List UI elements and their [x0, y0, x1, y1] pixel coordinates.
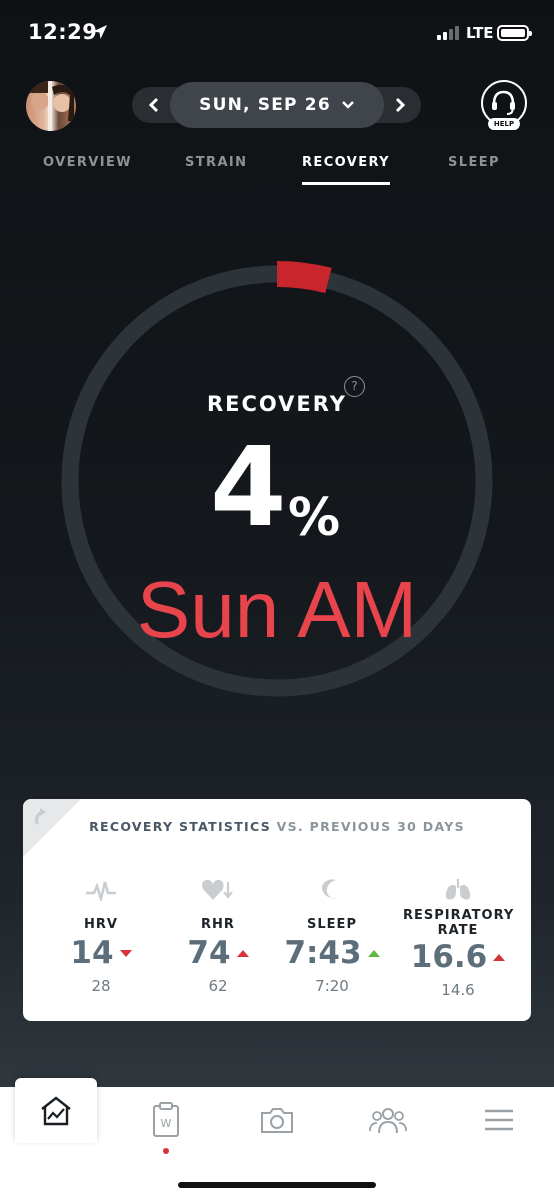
card-title-sub: VS. PREVIOUS 30 DAYS [276, 819, 465, 834]
menu-icon [485, 1109, 513, 1131]
previous-day-button[interactable] [143, 94, 165, 116]
headset-icon [492, 90, 515, 115]
stat-hrv[interactable]: HRV 14 28 [46, 875, 156, 995]
status-bar: 12:29 LTE [0, 0, 554, 66]
team-icon [369, 1108, 407, 1134]
section-tabs: OVERVIEW STRAIN RECOVERY SLEEP [0, 155, 554, 187]
stat-label: RESPIRATORY RATE [403, 908, 515, 938]
journal-icon: W [153, 1102, 179, 1137]
tab-strain[interactable]: STRAIN [185, 155, 247, 185]
trend-up-icon [236, 950, 249, 957]
signal-strength-icon [437, 26, 459, 40]
trend-up-icon [493, 954, 506, 961]
card-title-main: RECOVERY STATISTICS [89, 819, 272, 834]
stat-previous: 28 [91, 977, 111, 995]
chevron-down-icon [342, 101, 354, 109]
stat-rhr[interactable]: RHR 74 62 [163, 875, 273, 995]
tab-sleep[interactable]: SLEEP [448, 155, 500, 185]
stat-label: SLEEP [307, 917, 357, 932]
tab-recovery[interactable]: RECOVERY [302, 155, 390, 185]
chevron-left-icon [148, 97, 159, 113]
stat-sleep[interactable]: SLEEP 7:43 7:20 [277, 875, 387, 995]
question-icon[interactable]: ? [344, 376, 365, 397]
nav-journal[interactable]: W [146, 1100, 186, 1140]
recovery-percent-unit: % [288, 488, 341, 548]
nav-home[interactable] [15, 1078, 97, 1143]
chevron-right-icon [395, 97, 406, 113]
next-day-button[interactable] [389, 94, 411, 116]
stat-previous: 14.6 [441, 981, 475, 999]
recovery-percent-value: 4 [210, 423, 287, 551]
recovery-title: RECOVERY [206, 392, 348, 416]
avatar-photo [28, 81, 74, 131]
stat-previous: 62 [208, 977, 228, 995]
stat-value: 7:43 [284, 935, 362, 971]
selected-date: SUN, SEP 26 [199, 95, 331, 115]
network-type: LTE [466, 24, 494, 42]
home-indicator [178, 1182, 376, 1188]
overlay-annotation: Sun AM [136, 565, 418, 654]
location-arrow-icon [93, 25, 107, 39]
trend-down-icon [119, 950, 132, 957]
svg-text:W: W [161, 1117, 172, 1130]
card-title: RECOVERY STATISTICS VS. PREVIOUS 30 DAYS [23, 819, 531, 834]
nav-menu[interactable] [479, 1100, 519, 1140]
profile-avatar[interactable] [26, 81, 76, 131]
notification-dot [163, 1148, 169, 1154]
status-time: 12:29 [28, 20, 98, 44]
nav-team[interactable] [368, 1100, 408, 1140]
trend-up-good-icon [367, 950, 380, 957]
stat-label: HRV [84, 917, 118, 932]
lungs-icon [445, 879, 471, 900]
moon-icon [322, 879, 340, 899]
help-badge: HELP [488, 118, 520, 130]
home-icon [41, 1095, 71, 1125]
recovery-statistics-card: RECOVERY STATISTICS VS. PREVIOUS 30 DAYS… [23, 799, 531, 1021]
heart-icon [202, 879, 233, 900]
stat-value: 14 [70, 935, 114, 971]
stat-previous: 7:20 [315, 977, 349, 995]
camera-icon [261, 1108, 293, 1133]
hrv-icon [86, 881, 116, 901]
battery-icon [497, 25, 532, 41]
tab-overview[interactable]: OVERVIEW [43, 155, 132, 185]
nav-camera[interactable] [257, 1100, 297, 1140]
stat-label: RHR [201, 917, 235, 932]
stat-value: 16.6 [410, 939, 488, 975]
stat-value: 74 [187, 935, 231, 971]
stat-respiratory-rate[interactable]: RESPIRATORY RATE 16.6 14.6 [403, 875, 513, 999]
date-selector-button[interactable]: SUN, SEP 26 [170, 82, 384, 128]
